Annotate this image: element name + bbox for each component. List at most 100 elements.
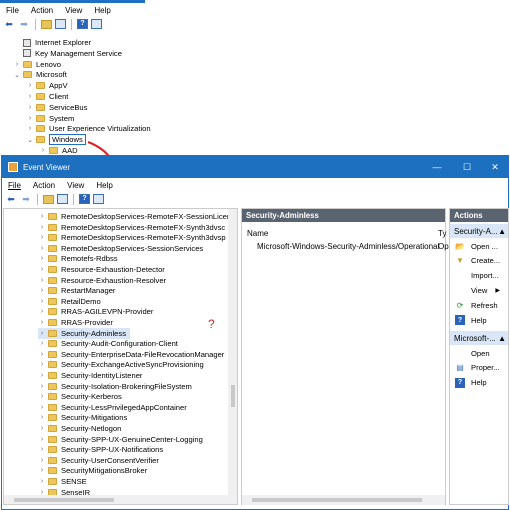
- action-label: Import...: [471, 271, 499, 281]
- action-item[interactable]: ⟳ Refresh: [450, 298, 508, 312]
- tree-scrollbar[interactable]: [228, 209, 237, 495]
- chevron-right-icon[interactable]: ›: [38, 255, 46, 262]
- window-title: Event Viewer: [23, 162, 70, 172]
- close-button[interactable]: ✕: [480, 156, 510, 178]
- action-label: Proper...: [471, 363, 500, 373]
- forward-arrow-icon[interactable]: ➡: [20, 194, 32, 205]
- collapse-up-icon[interactable]: ▲: [498, 334, 506, 343]
- minimize-button[interactable]: —: [422, 156, 452, 178]
- chevron-right-icon[interactable]: ›: [38, 308, 46, 315]
- log-row-name[interactable]: Microsoft-Windows-Security-Adminless/Ope…: [257, 242, 439, 251]
- chevron-right-icon[interactable]: ›: [38, 425, 46, 432]
- col-type-header[interactable]: Ty: [438, 229, 446, 238]
- chevron-right-icon[interactable]: ›: [38, 234, 46, 241]
- chevron-right-icon[interactable]: ›: [38, 414, 46, 421]
- col-name-header[interactable]: Name: [247, 229, 268, 238]
- log-tree-item[interactable]: › Security-EnterpriseData-FileRevocationM…: [38, 349, 225, 360]
- log-tree-item[interactable]: › Security-Kerberos: [38, 391, 122, 402]
- log-tree-item[interactable]: › RRAS-AGILEVPN-Provider: [38, 306, 154, 317]
- log-tree-item[interactable]: › Security-SPP-UX-Notifications: [38, 444, 163, 455]
- log-tree-item[interactable]: › Security-Adminless: [38, 327, 130, 339]
- log-tree-item[interactable]: › Resource-Exhaustion-Resolver: [38, 275, 166, 286]
- chevron-right-icon[interactable]: ›: [38, 277, 46, 284]
- log-tree-item[interactable]: › Resource-Exhaustion-Detector: [38, 264, 165, 275]
- show-hide-tree-icon[interactable]: [57, 194, 68, 204]
- log-tree-item[interactable]: › RestartManager: [38, 285, 116, 296]
- log-tree-item[interactable]: › Security-Audit-Configuration-Client: [38, 338, 178, 349]
- tree-h-scrollbar[interactable]: [4, 495, 237, 504]
- tree-item-label: RemoteDesktopServices-RemoteFX-Synth3dvs…: [61, 233, 226, 243]
- chevron-right-icon[interactable]: ›: [38, 266, 46, 273]
- chevron-right-icon[interactable]: ›: [38, 467, 46, 474]
- details-h-scroll-thumb[interactable]: [252, 498, 422, 502]
- action-item[interactable]: Import...: [450, 269, 508, 283]
- details-h-scrollbar[interactable]: [242, 495, 445, 505]
- log-tree-item[interactable]: › Security-ExchangeActiveSyncProvisioning: [38, 359, 204, 370]
- tree-item-label: Security-LessPrivilegedAppContainer: [61, 402, 187, 412]
- chevron-right-icon[interactable]: ›: [38, 245, 46, 252]
- log-tree-item[interactable]: › RetailDemo: [38, 296, 101, 307]
- chevron-right-icon[interactable]: ›: [38, 287, 46, 294]
- collapse-up-icon[interactable]: ▲: [498, 227, 506, 236]
- log-tree-item[interactable]: › SecurityMitigationsBroker: [38, 465, 147, 476]
- chevron-right-icon[interactable]: ›: [38, 361, 46, 368]
- chevron-right-icon[interactable]: ›: [38, 383, 46, 390]
- chevron-right-icon[interactable]: ›: [38, 298, 46, 305]
- log-tree-item[interactable]: › Security-SPP-UX-GenuineCenter-Logging: [38, 434, 203, 445]
- blank-icon: [455, 348, 465, 358]
- chevron-right-icon[interactable]: ›: [38, 224, 46, 231]
- tree-item-label: RRAS-AGILEVPN-Provider: [61, 307, 154, 317]
- action-item[interactable]: ? Help: [450, 376, 508, 390]
- chevron-right-icon[interactable]: ›: [38, 478, 46, 485]
- maximize-button[interactable]: ☐: [452, 156, 482, 178]
- log-tree-item[interactable]: › Security-Isolation-BrokeringFileSystem: [38, 381, 192, 392]
- log-tree-item[interactable]: › Security-Mitigations: [38, 412, 127, 423]
- ev-toolbar: ⬅ ➡ ?: [2, 191, 104, 207]
- chevron-right-icon[interactable]: ›: [38, 436, 46, 443]
- tree-item-label: RemoteDesktopServices-SessionServices: [61, 243, 204, 253]
- back-arrow-icon[interactable]: ⬅: [5, 194, 17, 205]
- chevron-right-icon[interactable]: ›: [38, 446, 46, 453]
- log-tree-item[interactable]: › Security-IdentityListener: [38, 370, 143, 381]
- chevron-right-icon[interactable]: ›: [38, 351, 46, 358]
- action-item[interactable]: ? Help: [450, 313, 508, 327]
- chevron-right-icon[interactable]: ›: [38, 393, 46, 400]
- chevron-right-icon[interactable]: ›: [38, 340, 46, 347]
- log-tree-item[interactable]: › Security-Netlogon: [38, 423, 122, 434]
- action-item[interactable]: ▼ Create...: [450, 254, 508, 268]
- menu-file[interactable]: File: [2, 181, 27, 190]
- chevron-right-icon[interactable]: ›: [38, 372, 46, 379]
- log-tree-item[interactable]: › SENSE: [38, 476, 87, 487]
- tree-h-scroll-thumb[interactable]: [14, 498, 114, 502]
- chevron-right-icon[interactable]: ›: [38, 330, 46, 337]
- folder-up-icon[interactable]: [43, 194, 54, 204]
- action-item[interactable]: Open: [450, 346, 508, 360]
- log-tree-item[interactable]: › Security-UserConsentVerifier: [38, 455, 159, 466]
- menu-view[interactable]: View: [61, 181, 90, 190]
- folder-icon: [48, 372, 57, 379]
- chevron-right-icon[interactable]: ›: [38, 457, 46, 464]
- log-tree-item[interactable]: › Remotefs-Rdbss: [38, 253, 118, 264]
- menu-help[interactable]: Help: [90, 181, 118, 190]
- action-item[interactable]: View ▶: [450, 283, 508, 297]
- folder-icon: [48, 340, 57, 348]
- menu-action[interactable]: Action: [27, 181, 61, 190]
- action-item[interactable]: 📂 Open ...: [450, 239, 508, 253]
- chevron-right-icon[interactable]: ›: [38, 213, 46, 220]
- log-tree-item[interactable]: › RRAS-Provider: [38, 317, 113, 328]
- folder-icon: [48, 382, 57, 390]
- log-tree-item[interactable]: › RemoteDesktopServices-RemoteFX-Synth3dv…: [38, 232, 226, 243]
- help-icon[interactable]: ?: [79, 194, 90, 204]
- chevron-right-icon[interactable]: ›: [38, 319, 46, 326]
- actions-group-security[interactable]: Security-A... ▲: [450, 224, 508, 238]
- chevron-right-icon[interactable]: ›: [38, 404, 46, 411]
- properties-pane-icon[interactable]: [93, 194, 104, 204]
- refresh-icon: ⟳: [456, 300, 464, 310]
- tree-scroll-thumb[interactable]: [231, 385, 235, 407]
- log-tree-item[interactable]: › Security-LessPrivilegedAppContainer: [38, 402, 187, 413]
- action-item[interactable]: ▤ Proper...: [450, 361, 508, 375]
- log-tree-item[interactable]: › RemoteDesktopServices-RemoteFX-SessionL…: [38, 211, 237, 222]
- log-tree-item[interactable]: › RemoteDesktopServices-SessionServices: [38, 243, 203, 254]
- log-tree-item[interactable]: › RemoteDesktopServices-RemoteFX-Synth3dv…: [38, 222, 225, 233]
- actions-group-microsoft[interactable]: Microsoft-... ▲: [450, 331, 508, 345]
